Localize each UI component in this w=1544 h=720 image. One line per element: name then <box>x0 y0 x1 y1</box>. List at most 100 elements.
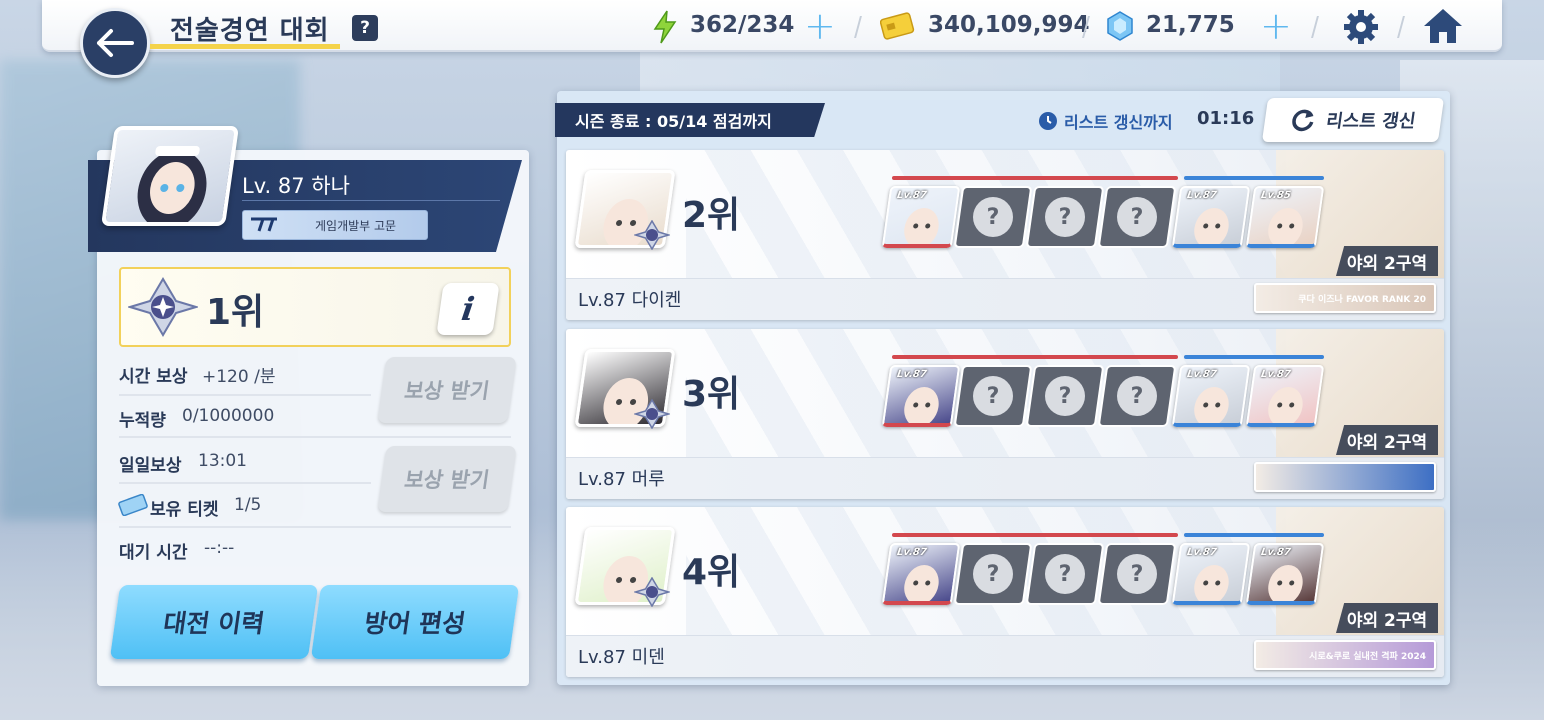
hidden-slot: ? <box>953 186 1033 248</box>
character-level: Lv.87 <box>896 547 928 558</box>
special-team-bar <box>1184 533 1324 537</box>
question-icon: ? <box>1117 554 1157 594</box>
time-reward-label: 시간 보상 <box>119 367 188 387</box>
hidden-slot: ? <box>1025 365 1105 427</box>
hidden-slot: ? <box>953 365 1033 427</box>
player-name: Lv. 87 하나 <box>242 174 350 198</box>
question-icon: ? <box>1045 376 1085 416</box>
divider <box>119 436 511 438</box>
character-level: Lv.87 <box>896 190 928 201</box>
character-level: Lv.87 <box>1186 190 1218 201</box>
question-icon: ? <box>973 197 1013 237</box>
character-slot: Lv.87 <box>881 365 961 427</box>
striker-team-bar <box>892 533 1178 537</box>
question-icon: ? <box>1045 197 1085 237</box>
character-slot: Lv.87 <box>1245 543 1325 605</box>
page-title: 전술경연 대회 <box>170 16 330 46</box>
pyroxene-count: 21,775 <box>1146 12 1235 38</box>
ticket-icon <box>118 494 148 516</box>
opponent-card[interactable]: 2위 Lv.87 다이켄 Lv.87??? Lv.87 Lv.85 야외 2구역쿠다 이즈… <box>566 150 1444 320</box>
character-level: Lv.87 <box>1260 369 1292 380</box>
lightning-icon <box>653 10 677 44</box>
battle-history-button[interactable]: 대전 이력 <box>109 585 319 659</box>
time-reward-value: +120 /분 <box>202 367 276 387</box>
ap-count: 362/234 <box>690 12 795 38</box>
clock-icon <box>1039 112 1057 130</box>
avatar-portrait-icon <box>137 146 207 226</box>
question-icon: ? <box>973 554 1013 594</box>
opponent-emblem-icon <box>634 220 670 250</box>
claim-time-reward-button[interactable]: 보상 받기 <box>377 357 517 423</box>
question-icon: ? <box>1117 376 1157 416</box>
wait-time-label: 대기 시간 <box>119 543 188 563</box>
character-slot: Lv.87 <box>881 186 961 248</box>
divider <box>119 526 511 528</box>
hidden-slot: ? <box>1025 543 1105 605</box>
divider <box>119 482 371 484</box>
character-slot: Lv.87 <box>1245 365 1325 427</box>
zone-tag: 야외 2구역 <box>1336 246 1438 276</box>
opponent-rank: 2위 <box>682 195 741 236</box>
refresh-icon <box>1292 109 1315 132</box>
character-slot: Lv.87 <box>881 543 961 605</box>
refresh-list-button[interactable]: 리스트 갱신 <box>1261 98 1445 142</box>
club-logo-icon <box>243 210 285 240</box>
pyroxene-icon <box>1107 11 1133 41</box>
opponent-name: Lv.87 미덴 <box>578 647 665 668</box>
daily-reward-value: 13:01 <box>198 451 247 471</box>
hidden-slot: ? <box>953 543 1033 605</box>
defense-team-button[interactable]: 방어 편성 <box>310 585 520 659</box>
divider <box>242 200 500 201</box>
arrow-left-icon <box>97 29 134 57</box>
accumulated-label: 누적량 <box>119 411 166 431</box>
info-icon: i <box>459 290 477 328</box>
character-slot: Lv.87 <box>1171 365 1251 427</box>
credit-card-icon <box>880 12 915 40</box>
hidden-slot: ? <box>1097 365 1177 427</box>
striker-team-bar <box>892 355 1178 359</box>
opponent-name: Lv.87 머루 <box>578 469 665 490</box>
hidden-slot: ? <box>1025 186 1105 248</box>
credits-count: 340,109,994 <box>928 12 1090 38</box>
club-badge: 게임개발부 고문 <box>242 210 428 240</box>
character-slot: Lv.87 <box>1171 543 1251 605</box>
season-end-text: 시즌 종료 : 05/14 점검까지 <box>575 112 772 131</box>
refresh-countdown-time: 01:16 <box>1197 108 1255 129</box>
pyroxene-plus-button[interactable]: + <box>1260 6 1292 46</box>
ap-plus-button[interactable]: + <box>804 6 836 46</box>
player-rank: 1위 <box>206 292 265 333</box>
question-icon: ? <box>973 376 1013 416</box>
info-button[interactable]: i <box>436 283 500 335</box>
opponent-emblem-icon <box>634 577 670 607</box>
rank-emblem-icon <box>128 277 198 337</box>
title-underline <box>150 44 340 49</box>
claim-daily-reward-button[interactable]: 보상 받기 <box>377 446 517 512</box>
opponent-card[interactable]: 4위 Lv.87 미덴 Lv.87??? Lv.87 Lv.87 야외 2구역 시로&쿠로 … <box>566 507 1444 677</box>
opponent-emblem-icon <box>634 399 670 429</box>
gear-icon[interactable] <box>1342 8 1380 46</box>
club-name: 게임개발부 고문 <box>315 218 397 233</box>
refresh-list-label: 리스트 갱신 <box>1324 111 1417 132</box>
opponent-banner: 시로&쿠로 실내전 격파 2024 <box>1254 640 1436 670</box>
question-icon: ? <box>1045 554 1085 594</box>
back-button[interactable] <box>80 8 150 78</box>
character-level: Lv.87 <box>1260 547 1292 558</box>
character-level: Lv.87 <box>1186 369 1218 380</box>
ticket-value: 1/5 <box>234 495 262 515</box>
help-button[interactable]: ? <box>352 15 378 41</box>
divider <box>119 394 371 396</box>
question-icon: ? <box>1117 197 1157 237</box>
opponent-name: Lv.87 다이켄 <box>578 290 682 311</box>
opponent-banner: 쿠다 이즈나 FAVOR RANK 20 <box>1254 283 1436 313</box>
wait-time-value: --:-- <box>204 538 235 558</box>
striker-team-bar <box>892 176 1178 180</box>
hidden-slot: ? <box>1097 186 1177 248</box>
zone-tag: 야외 2구역 <box>1336 425 1438 455</box>
opponent-card[interactable]: 3위 Lv.87 머루 Lv.87??? Lv.87 Lv.87 야외 2구역 <box>566 329 1444 499</box>
character-slot: Lv.85 <box>1245 186 1325 248</box>
home-icon[interactable] <box>1422 6 1464 46</box>
special-team-bar <box>1184 355 1324 359</box>
special-team-bar <box>1184 176 1324 180</box>
zone-tag: 야외 2구역 <box>1336 603 1438 633</box>
character-level: Lv.87 <box>896 369 928 380</box>
